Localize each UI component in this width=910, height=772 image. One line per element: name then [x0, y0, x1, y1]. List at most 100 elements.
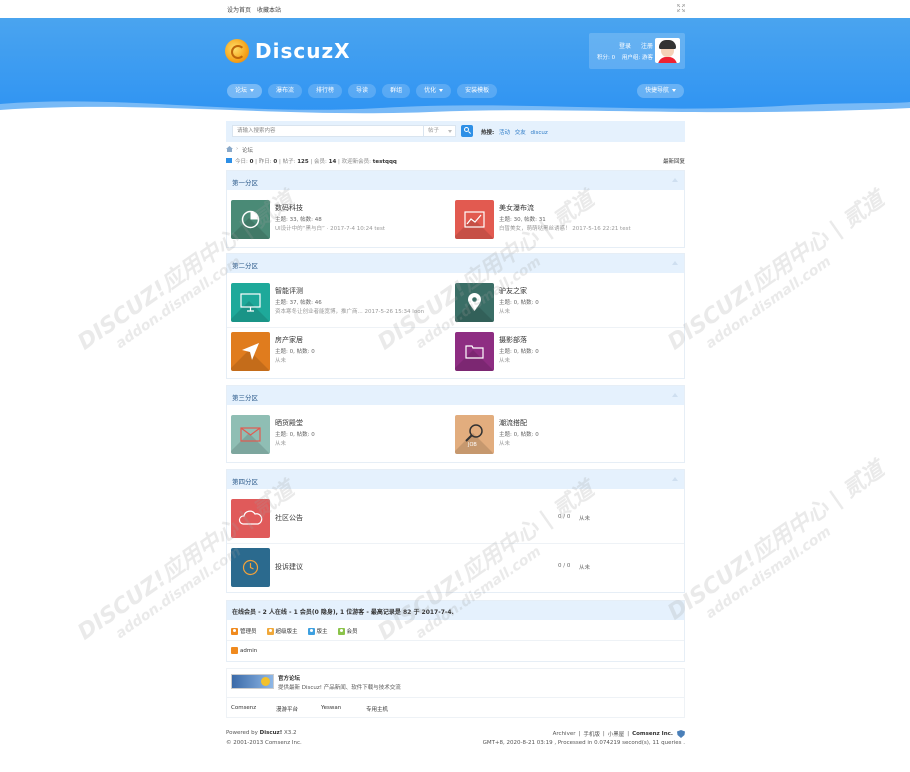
- register-link[interactable]: 注册: [641, 43, 653, 50]
- login-link[interactable]: 登录: [619, 43, 631, 50]
- section-title[interactable]: 第三分区: [232, 392, 258, 402]
- monitor-icon[interactable]: [231, 283, 270, 322]
- nav-item-ranking[interactable]: 排行榜: [308, 84, 343, 98]
- forum-name[interactable]: 潮流搭配: [499, 418, 527, 428]
- fullscreen-icon[interactable]: [677, 4, 685, 12]
- shield-icon[interactable]: [677, 730, 685, 738]
- location-pin-icon[interactable]: [455, 283, 494, 322]
- user-icon: [231, 627, 238, 635]
- hot-search-link[interactable]: 活动: [499, 130, 510, 136]
- site-logo[interactable]: DiscuzX: [225, 37, 355, 65]
- main-nav: 论坛 瀑布流 排行榜 导读 群组 优化 安装模板: [227, 84, 503, 98]
- forum-section-2: 第二分区 智能评测 主题: 37, 帖数: 46 资本寒冬让创业者能宽博，推广商…: [226, 253, 685, 379]
- nav-item-guide[interactable]: 导读: [348, 84, 377, 98]
- forum-name[interactable]: 社区公告: [275, 513, 303, 523]
- nav-item-optimize[interactable]: 优化: [416, 84, 452, 98]
- nav-item-groups[interactable]: 群组: [382, 84, 411, 98]
- forum-stats: 今日: 0 | 昨日: 0 | 帖子: 125 | 会员: 14 | 欢迎新会员…: [226, 156, 685, 166]
- forum-row[interactable]: 投诉建议 0 / 0 从未: [227, 545, 684, 593]
- latest-replies-link[interactable]: 最新回复: [663, 157, 685, 165]
- forum-item[interactable]: 智能评测 主题: 37, 帖数: 46 资本寒冬让创业者能宽博，推广商... 2…: [227, 280, 447, 322]
- section-title[interactable]: 第二分区: [232, 260, 258, 270]
- avatar[interactable]: [655, 38, 680, 63]
- forum-item[interactable]: 房产家居 主题: 0, 帖数: 0 从未: [227, 329, 447, 371]
- last-post-link[interactable]: UI设计中的“黑与白” · 2017-7-4 10:24 test: [275, 224, 385, 232]
- logo-icon: [225, 39, 249, 63]
- set-home-link[interactable]: 设为首页: [227, 7, 251, 14]
- search-button[interactable]: [461, 125, 473, 137]
- forum-row[interactable]: 社区公告 0 / 0 从未: [227, 496, 684, 544]
- forum-item[interactable]: 晒货殿堂 主题: 0, 帖数: 0 从未: [227, 412, 447, 454]
- footer-links: Archiver | 手机版 | 小黑屋 | Comsenz Inc.: [550, 730, 685, 738]
- discuz-badge-icon[interactable]: [231, 674, 274, 689]
- section-title[interactable]: 第四分区: [232, 476, 258, 486]
- bookmark-link[interactable]: 收藏本站: [257, 7, 281, 14]
- collapse-icon[interactable]: [672, 261, 678, 265]
- breadcrumb-forum[interactable]: 论坛: [242, 146, 253, 154]
- text-link[interactable]: Yeswan: [321, 705, 341, 711]
- forum-item[interactable]: JOB 潮流搭配 主题: 0, 帖数: 0 从未: [451, 412, 671, 454]
- search-input[interactable]: 请输入搜索内容: [232, 125, 424, 137]
- text-link[interactable]: 漫游平台: [276, 705, 298, 713]
- user-icon: [266, 627, 274, 635]
- mail-icon[interactable]: [231, 415, 270, 454]
- collapse-icon[interactable]: [672, 477, 678, 481]
- blacklist-link[interactable]: 小黑屋: [608, 730, 625, 738]
- forum-section-4: 第四分区 社区公告 0 / 0 从未 投诉建议 0 / 0 从未: [226, 469, 685, 593]
- folder-icon[interactable]: [455, 332, 494, 371]
- discuz-link[interactable]: Discuz!: [260, 730, 283, 736]
- comsenz-link[interactable]: Comsenz Inc.: [632, 731, 673, 737]
- online-user-link[interactable]: admin: [240, 648, 257, 654]
- quick-nav-button[interactable]: 快捷导航: [637, 84, 685, 98]
- online-title[interactable]: 在线会员 - 2 人在线 - 1 会员(0 隐身), 1 位游客 - 最高记录是…: [232, 607, 454, 616]
- forum-item[interactable]: 摄影部落 主题: 0, 帖数: 0 从未: [451, 329, 671, 371]
- official-forum-link[interactable]: 官方论坛: [278, 674, 300, 682]
- nav-item-forum[interactable]: 论坛: [227, 84, 263, 98]
- forum-item[interactable]: 美女瀑布流 主题: 30, 帖数: 31 白皙美女，萌萌哒黑丝诱惑！ 2017-…: [451, 197, 671, 239]
- forum-item[interactable]: 驴友之家 主题: 0, 帖数: 0 从未: [451, 280, 671, 322]
- forum-name[interactable]: 驴友之家: [499, 286, 527, 296]
- forum-name[interactable]: 智能评测: [275, 286, 303, 296]
- forum-name[interactable]: 房产家居: [275, 335, 303, 345]
- stats-icon: [226, 158, 232, 163]
- forum-name[interactable]: 晒货殿堂: [275, 418, 303, 428]
- svg-text:JOB: JOB: [467, 442, 477, 448]
- text-link[interactable]: 专用主机: [366, 705, 388, 713]
- online-user[interactable]: admin: [231, 647, 257, 654]
- collapse-icon[interactable]: [672, 393, 678, 397]
- section-title[interactable]: 第一分区: [232, 177, 258, 187]
- search-type-select[interactable]: 帖子: [424, 125, 456, 137]
- line-chart-icon[interactable]: [455, 200, 494, 239]
- forum-name[interactable]: 数码科技: [275, 203, 303, 213]
- search-bar: 请输入搜索内容 帖子 热搜: 活动 交友 discuz: [226, 121, 685, 142]
- forum-name[interactable]: 摄影部落: [499, 335, 527, 345]
- pie-chart-icon[interactable]: [231, 200, 270, 239]
- paper-plane-icon[interactable]: [231, 332, 270, 371]
- forum-name[interactable]: 美女瀑布流: [499, 203, 534, 213]
- mobile-link[interactable]: 手机版: [583, 730, 600, 738]
- hot-search-link[interactable]: 交友: [515, 130, 526, 136]
- powered-by: Powered by Discuz! X3.2: [226, 730, 297, 736]
- user-icon: [307, 627, 315, 635]
- watermark: DISCUZ!应用中心 | 贰道 addon.dismall.com: [663, 187, 889, 356]
- clock-icon[interactable]: [231, 548, 270, 587]
- forum-name[interactable]: 投诉建议: [275, 562, 303, 572]
- forum-item[interactable]: 数码科技 主题: 33, 帖数: 48 UI设计中的“黑与白” · 2017-7…: [227, 197, 447, 239]
- job-search-icon[interactable]: JOB: [455, 415, 494, 454]
- home-icon[interactable]: [226, 146, 233, 152]
- archiver-link[interactable]: Archiver: [553, 731, 576, 737]
- cloud-icon[interactable]: [231, 499, 270, 538]
- nav-item-install-template[interactable]: 安装模板: [457, 84, 498, 98]
- new-member-link[interactable]: testqqq: [373, 159, 397, 165]
- last-post-link[interactable]: 白皙美女，萌萌哒黑丝诱惑！ 2017-5-16 22:21 test: [499, 224, 631, 232]
- chevron-down-icon: [448, 130, 452, 133]
- collapse-icon[interactable]: [672, 178, 678, 182]
- last-post-link[interactable]: 资本寒冬让创业者能宽博，推广商... 2017-5-26 15:34 loon: [275, 307, 424, 315]
- top-links: 设为首页 收藏本站: [227, 5, 285, 14]
- logo-text: DiscuzX: [255, 39, 351, 63]
- watermark: DISCUZ!应用中心 | 贰道 addon.dismall.com: [663, 457, 889, 626]
- nav-item-waterfall[interactable]: 瀑布流: [268, 84, 303, 98]
- hot-search-link[interactable]: discuz: [530, 130, 547, 136]
- usergroup-legend: 管理员 超级版主 版主 会员: [231, 627, 368, 635]
- text-link[interactable]: Comsenz: [231, 705, 256, 711]
